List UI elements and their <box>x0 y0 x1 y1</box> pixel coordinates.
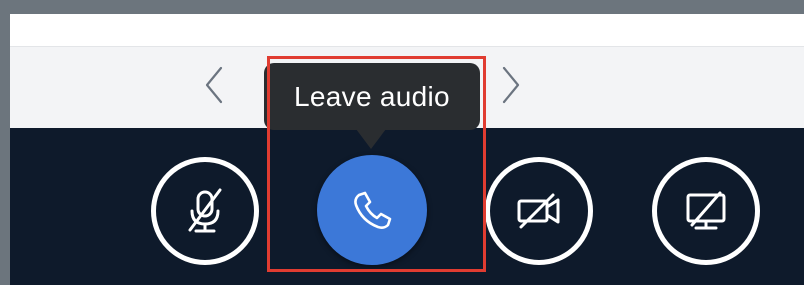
screen-share-button[interactable] <box>652 157 760 265</box>
microphone-muted-icon <box>188 188 222 233</box>
leave-audio-tooltip: Leave audio <box>264 63 480 130</box>
chevron-right-icon <box>502 66 520 104</box>
screen-share-off-icon <box>686 191 726 230</box>
camera-button[interactable] <box>485 157 593 265</box>
tooltip-text: Leave audio <box>294 80 450 112</box>
chevron-left-icon <box>205 66 223 104</box>
phone-icon <box>354 191 392 229</box>
camera-off-icon <box>517 193 560 229</box>
previous-button[interactable] <box>199 62 229 108</box>
tooltip-arrow <box>356 129 386 149</box>
header-area <box>10 14 804 46</box>
next-button[interactable] <box>496 62 526 108</box>
mute-microphone-button[interactable] <box>151 157 259 265</box>
leave-audio-button[interactable] <box>317 155 427 265</box>
